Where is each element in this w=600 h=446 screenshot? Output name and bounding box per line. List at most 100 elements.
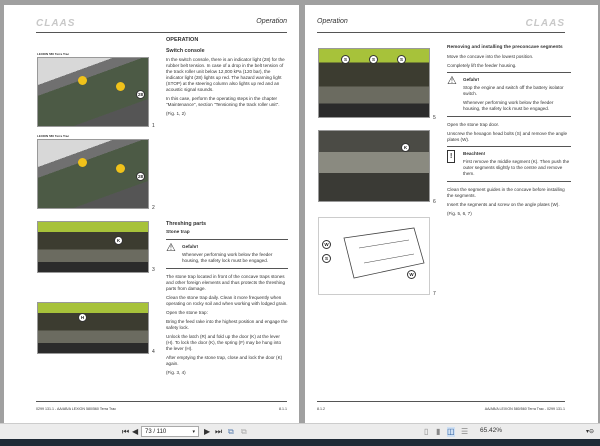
danger-box: ⚠ Gefahr! Stop the engine and switch off… (447, 72, 571, 117)
knob (116, 82, 125, 91)
figure-3-photo: K (37, 221, 149, 273)
left-text-column: OPERATION Switch console In the switch c… (166, 37, 288, 120)
figure-number: 7 (433, 291, 436, 297)
warning-triangle-icon: ⚠ (447, 75, 457, 87)
note-text: First remove the middle segment (K). The… (463, 159, 570, 176)
paragraph: Unlock the latch (R) and fold up the doo… (166, 334, 282, 351)
page-header: Operation (317, 18, 348, 25)
figure-ref: (Fig. 5, 6, 7) (447, 211, 472, 216)
callout: K (114, 236, 123, 245)
footer-page-number: 8.1.2 (317, 407, 325, 411)
callout: 28 (136, 90, 145, 99)
knob (78, 76, 87, 85)
zoom-out-icon[interactable]: ▾⊖ (586, 427, 594, 437)
warning-text: Whenever performing work below the feede… (463, 100, 554, 111)
figure-7-drawing: W S W (318, 217, 430, 295)
callout: 28 (136, 172, 145, 181)
figure-number: 6 (433, 199, 436, 205)
knob (78, 158, 87, 167)
right-page: Operation CLAAS S S S 5 K 6 W S W 7 Remo… (305, 5, 598, 423)
first-page-icon[interactable]: ⏮ (122, 427, 129, 437)
segment-drawing (343, 227, 425, 279)
copy-page-icon[interactable]: ⧉ (228, 427, 234, 437)
figure-number: 4 (152, 349, 155, 355)
single-page-view-icon[interactable]: ▯ (424, 427, 428, 437)
paragraph: Completely lift the feeder housing. (447, 63, 517, 68)
footer-rule (36, 401, 287, 402)
page-header: Operation (256, 18, 287, 25)
paragraph: Open the stone trap: (166, 310, 208, 315)
callout: W (322, 240, 331, 249)
figure-5-photo: S S S (318, 48, 430, 118)
paragraph: Bring the feed rake into the highest pos… (166, 319, 288, 330)
warning-text: Stop the engine and switch off the batte… (463, 85, 564, 96)
figure-2-photo: 28 (37, 139, 149, 209)
right-text-column: Removing and installing the preconcave s… (447, 45, 571, 220)
heading: Threshing parts (166, 221, 207, 227)
heading: Removing and installing the preconcave s… (447, 45, 563, 50)
footer-doc: AA/AB/A LEXION 580/560 Terra Trac - 0299… (484, 407, 565, 411)
footer-doc: 0299 131.1 - AA/AB/A LEXION 580/560 Terr… (36, 407, 117, 411)
page-number-value: 73 / 110 (145, 429, 167, 435)
paragraph: After emptying the stone trap, close and… (166, 355, 283, 366)
danger-box: ⚠ Gefahr! Whenever performing work below… (166, 239, 288, 269)
figure-number: 5 (433, 115, 436, 121)
header-rule (36, 32, 287, 33)
continuous-two-page-icon[interactable]: ☰ (461, 427, 468, 437)
figure-number: 2 (152, 205, 155, 211)
paragraph: Move the concave into the lowest positio… (447, 54, 534, 59)
knob (116, 164, 125, 173)
continuous-view-icon[interactable]: ▮ (436, 427, 440, 437)
figure-caption: LEXION 580 Terra Trac (37, 134, 70, 138)
warning-triangle-icon: ⚠ (166, 242, 176, 254)
section-title: OPERATION (166, 37, 199, 43)
paragraph: Clean the segment guides in the concave … (447, 187, 565, 198)
callout: K (401, 143, 410, 152)
viewer-toolbar: ⏮ ◀ 73 / 110 ▾ ▶ ⏭ ⧉ ⧉ ▯ ▮ ◫ ☰ 65.42% ▾⊖ (0, 423, 600, 439)
threshing-text: Threshing parts Stone trap ⚠ Gefahr! Whe… (166, 221, 288, 379)
left-page: CLAAS Operation LEXION 580 Terra Trac 28… (4, 5, 299, 423)
prev-page-icon[interactable]: ◀ (132, 427, 138, 437)
figure-caption: LEXION 580 Terra Trac (37, 52, 70, 56)
figure-4-photo: H (37, 302, 149, 354)
header-rule (317, 32, 565, 33)
paste-page-icon[interactable]: ⧉ (241, 427, 247, 437)
figure-ref: (Fig. 3, 4) (166, 370, 186, 375)
subheading: Stone trap (166, 230, 190, 235)
warning-text: Whenever performing work below the feede… (182, 252, 273, 263)
footer-page-number: 8.1.1 (279, 407, 287, 411)
page-number-input[interactable]: 73 / 110 ▾ (141, 426, 199, 437)
callout: H (78, 313, 87, 322)
paragraph: Unscrew the hexagon head bolts (S) and r… (447, 131, 568, 142)
paragraph: Open the stone trap door. (447, 122, 500, 127)
exclamation-icon: ! (447, 150, 456, 163)
paragraph: In the switch console, there is an indic… (166, 57, 285, 92)
last-page-icon[interactable]: ⏭ (215, 427, 222, 437)
paragraph: Insert the segments and screw on the ang… (447, 202, 560, 207)
callout: S (322, 254, 331, 263)
callout: S (341, 55, 350, 64)
claas-logo: CLAAS (36, 18, 76, 29)
taskbar (0, 439, 600, 446)
callout: S (397, 55, 406, 64)
footer-rule (317, 401, 565, 402)
figure-1-photo: 28 (37, 57, 149, 127)
figure-ref: (Fig. 1, 2) (166, 111, 186, 116)
figure-number: 1 (152, 123, 155, 129)
callout: W (407, 270, 416, 279)
claas-logo: CLAAS (525, 18, 565, 29)
figure-6-photo: K (318, 130, 430, 202)
next-page-icon[interactable]: ▶ (204, 427, 210, 437)
two-page-view-icon[interactable]: ◫ (447, 427, 455, 437)
zoom-level[interactable]: 65.42% (480, 427, 502, 434)
paragraph: Clean the stone trap daily. Clean it mor… (166, 295, 288, 306)
chevron-down-icon[interactable]: ▾ (192, 427, 195, 437)
paragraph: In this case, perform the operating step… (166, 96, 280, 107)
note-title: Beachten! (463, 151, 486, 156)
heading: Switch console (166, 48, 205, 54)
warning-title: Gefahr! (182, 244, 199, 249)
callout: S (369, 55, 378, 64)
warning-title: Gefahr! (463, 77, 480, 82)
note-box: ! Beachten! First remove the middle segm… (447, 146, 571, 182)
figure-number: 3 (152, 267, 155, 273)
